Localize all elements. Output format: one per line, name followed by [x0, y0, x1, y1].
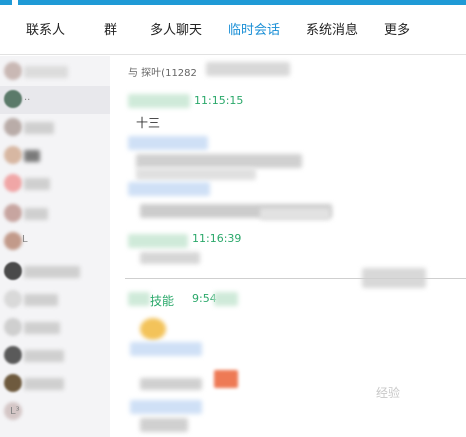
list-item[interactable]: .. — [0, 86, 110, 114]
avatar — [4, 374, 22, 392]
contact-name-partial: L³ — [10, 406, 20, 417]
chat-header-blurred — [206, 62, 290, 76]
sender-name-partial: 技能 — [150, 294, 175, 308]
list-item[interactable] — [0, 314, 110, 342]
chat-area: 与 探叶(11282 11:15:15 十三 11:16:39 技能 9:54 — [110, 56, 466, 437]
sender-name-blurred — [130, 342, 202, 356]
emoji-icon — [140, 318, 166, 340]
avatar — [4, 146, 22, 164]
contact-name-blurred — [24, 322, 60, 334]
sender-name-blurred — [128, 136, 208, 150]
list-item[interactable]: L — [0, 228, 110, 256]
avatar — [4, 232, 22, 250]
sender-name-blurred — [214, 292, 238, 306]
list-item[interactable] — [0, 200, 110, 228]
chat-divider — [125, 278, 466, 279]
list-item[interactable] — [0, 142, 110, 170]
avatar — [4, 62, 22, 80]
contact-name-blurred — [24, 378, 64, 390]
tab-system-messages[interactable]: 系统消息 — [306, 5, 358, 55]
tab-temp-session[interactable]: 临时会话 — [228, 5, 280, 55]
list-item[interactable] — [0, 286, 110, 314]
sender-name-blurred — [128, 94, 190, 108]
tab-bar: 联系人 群 多人聊天 临时会话 系统消息 更多 — [0, 5, 466, 55]
contact-name-blurred — [24, 66, 68, 78]
list-item[interactable] — [0, 170, 110, 198]
avatar — [4, 290, 22, 308]
list-item[interactable] — [0, 342, 110, 370]
contact-name-blurred — [24, 178, 50, 190]
sender-name-blurred — [130, 400, 202, 414]
avatar — [4, 346, 22, 364]
list-item[interactable] — [0, 258, 110, 286]
avatar — [4, 204, 22, 222]
sender-name-blurred — [128, 292, 150, 306]
contact-name-blurred — [24, 150, 40, 162]
message-time: 9:54 — [192, 292, 217, 305]
message-text-blurred — [260, 208, 330, 220]
avatar — [4, 174, 22, 192]
message-time: 11:16:39 — [192, 232, 242, 245]
list-item[interactable] — [0, 370, 110, 398]
sender-name-blurred — [128, 234, 188, 248]
tab-contacts[interactable]: 联系人 — [26, 5, 65, 55]
contact-name-partial: L — [22, 234, 28, 245]
avatar — [4, 118, 22, 136]
contact-name-blurred — [24, 294, 58, 306]
chat-header-title: 与 探叶(11282 — [128, 68, 197, 79]
list-item[interactable] — [0, 114, 110, 142]
contact-name-blurred — [24, 266, 80, 278]
message-time: 11:15:15 — [194, 94, 244, 107]
avatar — [4, 262, 22, 280]
message-text-blurred — [136, 168, 256, 180]
contact-name-blurred — [24, 122, 54, 134]
list-item[interactable]: L³ — [0, 398, 110, 426]
message-text: 十三 — [136, 116, 161, 130]
avatar — [4, 318, 22, 336]
tab-more[interactable]: 更多 — [384, 5, 410, 55]
message-text-blurred — [140, 252, 200, 264]
tab-multi-chat[interactable]: 多人聊天 — [150, 5, 202, 55]
watermark: 经验 — [376, 386, 401, 400]
sender-name-blurred — [128, 182, 210, 196]
list-item[interactable] — [0, 58, 110, 86]
contact-name-partial: .. — [24, 92, 31, 103]
message-text-blurred — [140, 418, 188, 432]
contact-name-blurred — [24, 350, 64, 362]
avatar — [4, 90, 22, 108]
image-thumbnail[interactable] — [214, 370, 238, 388]
tab-groups[interactable]: 群 — [104, 5, 117, 55]
message-text-blurred — [136, 154, 302, 168]
session-list: .. L L³ — [0, 56, 110, 437]
contact-name-blurred — [24, 208, 48, 220]
message-text-blurred — [140, 378, 202, 390]
